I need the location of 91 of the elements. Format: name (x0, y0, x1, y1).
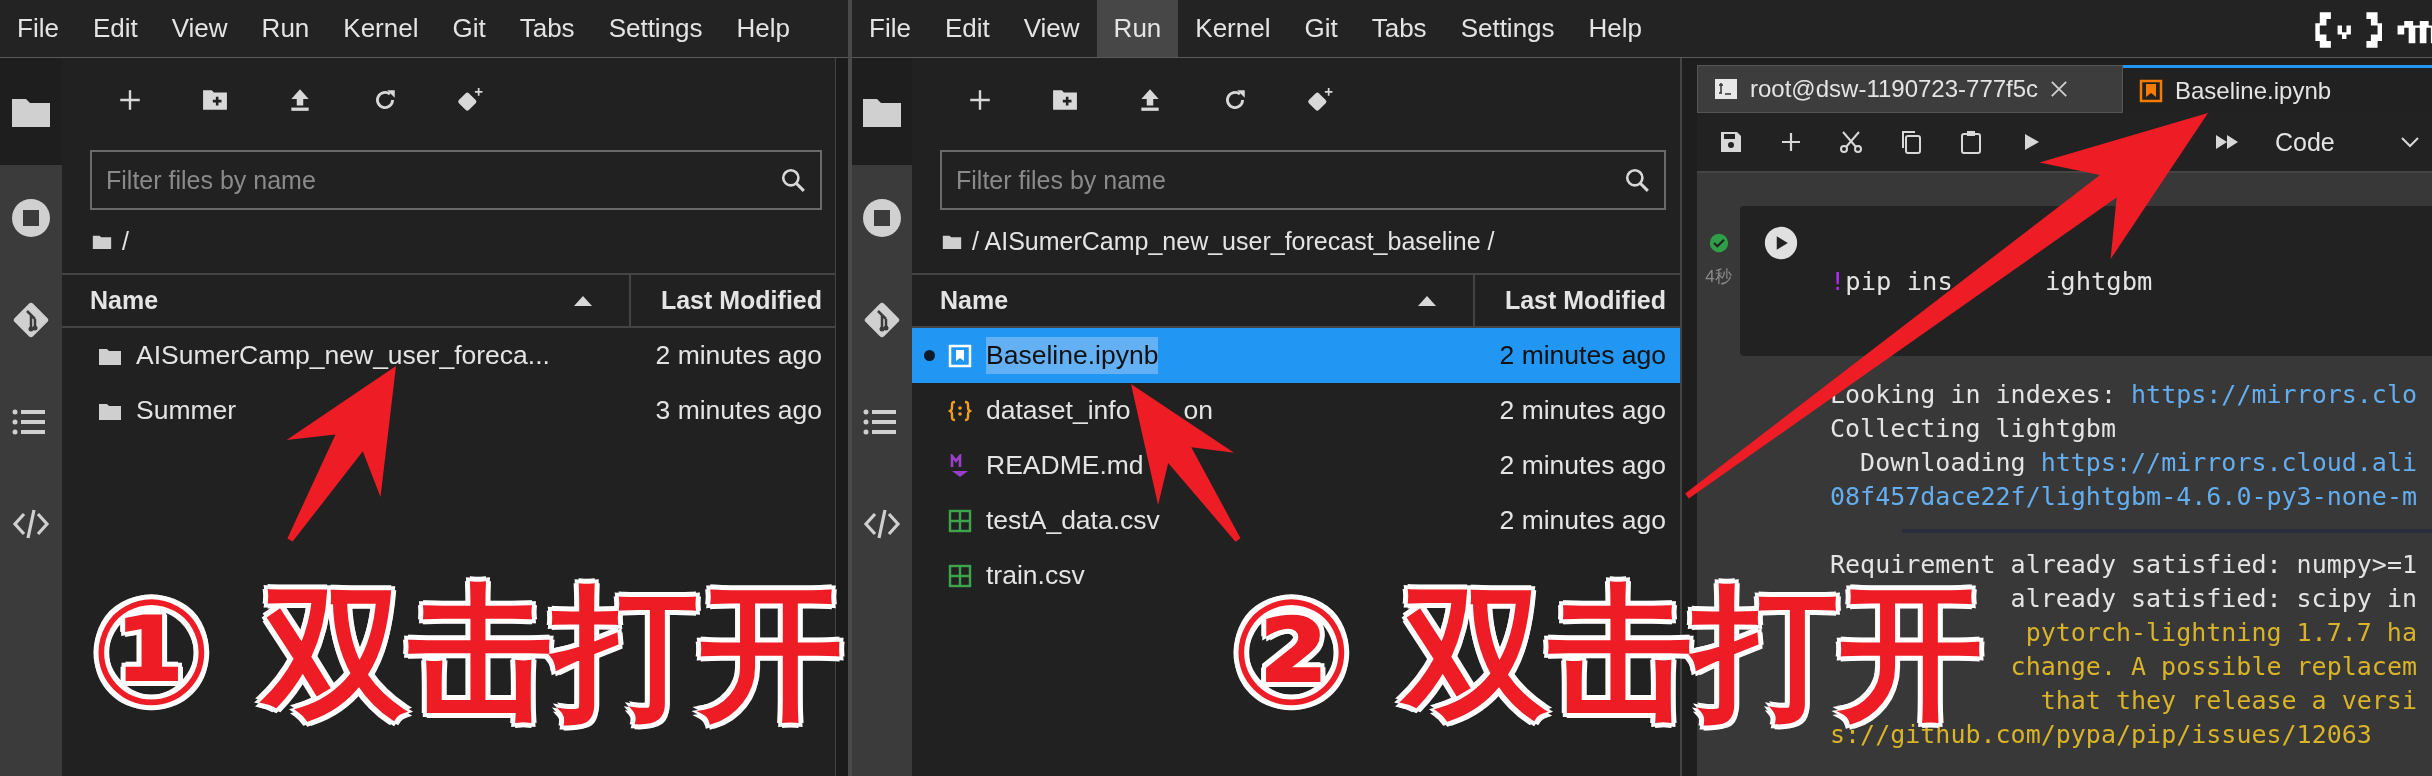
menu-item[interactable]: Tabs (502, 0, 592, 57)
cell-type-dropdown[interactable]: Code (2275, 127, 2432, 157)
menu-item[interactable]: View (1006, 0, 1097, 57)
file-name: train.csv (986, 560, 1085, 591)
stop-icon[interactable] (862, 198, 902, 238)
spreadsheet-icon (948, 508, 972, 533)
copy-icon[interactable] (1899, 130, 1923, 154)
save-icon[interactable] (1719, 130, 1743, 154)
modified-time: 2 minutes ago (1499, 505, 1666, 536)
folder-icon (942, 233, 962, 250)
modified-time: 2 minutes ago (1499, 395, 1666, 426)
new-folder-icon[interactable] (202, 87, 228, 113)
modified-time: 2 minutes ago (1499, 340, 1666, 371)
file-row[interactable]: testA_data.csv 2 minutes ago (912, 493, 1680, 548)
filter-field[interactable]: Filter files by name (940, 150, 1666, 210)
modified-time: 2 minutes ago (1499, 450, 1666, 481)
file-row[interactable]: Summer 3 minutes ago (62, 383, 836, 438)
notebook-icon (2139, 78, 2163, 103)
file-name: AISumerCamp_new_user_foreca... (136, 340, 550, 371)
spreadsheet-icon (948, 563, 972, 588)
close-icon[interactable] (2050, 80, 2069, 98)
output-line: pytorch-lightning 1.7.7 ha (2025, 618, 2417, 647)
filter-field[interactable]: Filter files by name (90, 150, 822, 210)
modified-time: 2 minutes ago (655, 340, 822, 371)
output-line: change. A possible replacem (2010, 652, 2417, 681)
column-header[interactable]: Name (90, 286, 159, 315)
menu-item[interactable]: Kernel (1178, 0, 1288, 57)
new-folder-icon[interactable] (1052, 87, 1078, 113)
sort-ascending-icon[interactable] (1417, 294, 1437, 307)
clipboard-icon[interactable] (1959, 130, 1983, 154)
output-line: already satisfied: scipy in (2010, 584, 2417, 613)
file-name: README.md (986, 450, 1144, 481)
logo-icon (2312, 10, 2432, 50)
search-icon (780, 167, 806, 193)
menu-item[interactable]: Edit (927, 0, 1007, 57)
file-name: dataset_info (986, 395, 1131, 426)
search-icon (1624, 167, 1650, 193)
folder-icon (92, 233, 112, 250)
menu-item[interactable]: Git (435, 0, 503, 57)
sort-ascending-icon[interactable] (573, 294, 593, 307)
git-clone-icon[interactable] (1307, 87, 1333, 113)
plus-icon[interactable] (117, 87, 143, 113)
scissors-icon[interactable] (1839, 130, 1863, 154)
column-header[interactable]: Last Modified (1504, 286, 1666, 315)
menu-item[interactable]: Help (719, 0, 808, 57)
annotation-text: ① 双击打开 (90, 580, 844, 725)
menu-item[interactable]: File (852, 0, 928, 57)
file-name: Baseline.ipynb (986, 337, 1159, 374)
menu-item[interactable]: Run (1096, 0, 1179, 57)
file-row[interactable]: README.md 2 minutes ago (912, 438, 1680, 493)
terminal-icon (1714, 77, 1738, 101)
output-line: that they release a versi (2040, 686, 2417, 715)
column-header[interactable]: Last Modified (660, 286, 822, 315)
menu-item[interactable]: Settings (1443, 0, 1572, 57)
code-text: !pip ins (1830, 266, 1953, 296)
plus-icon[interactable] (1779, 130, 1803, 154)
menu-item[interactable]: Git (1287, 0, 1355, 57)
menu-item[interactable]: Help (1571, 0, 1660, 57)
file-row[interactable]: Baseline.ipynb 2 minutes ago (912, 328, 1680, 383)
output-line: Looking in indexes: https://mirrors.clo (1830, 380, 2417, 409)
menu-item[interactable]: View (154, 0, 245, 57)
braces-icon (948, 398, 972, 423)
output-line: Collecting lightgbm (1830, 414, 2116, 443)
code-text: ightgbm (2044, 266, 2153, 296)
menu-item[interactable]: Tabs (1354, 0, 1444, 57)
file-row[interactable]: dataset_info on 2 minutes ago (912, 383, 1680, 438)
git-clone-icon[interactable] (457, 87, 483, 113)
stop-icon[interactable] (11, 198, 51, 238)
code-cell[interactable]: !pip ins ightgbm (1740, 206, 2432, 356)
menu-item[interactable]: Settings (591, 0, 720, 57)
output-line: Downloading https://mirrors.cloud.ali (1859, 448, 2417, 477)
output-line: 08f457dace22f/lightgbm-4.6.0-py3-none-m (1830, 482, 2417, 511)
menu-item[interactable]: File (0, 0, 76, 57)
plus-icon[interactable] (967, 87, 993, 113)
file-name: Summer (136, 395, 237, 426)
column-header[interactable]: Name (940, 286, 1009, 315)
menu-item[interactable]: Kernel (326, 0, 436, 57)
file-name: on (1183, 395, 1213, 426)
chevron-down-icon (2400, 136, 2420, 148)
notebook-icon (948, 343, 972, 368)
modified-time: 3 minutes ago (655, 395, 822, 426)
file-name: testA_data.csv (986, 505, 1160, 536)
file-row[interactable]: AISumerCamp_new_user_foreca... 2 minutes ago (62, 328, 836, 383)
run-cell-icon[interactable] (1764, 226, 1798, 260)
run-time: 4秒 (1705, 266, 1732, 288)
breadcrumb[interactable]: / AISumerCamp_new_user_forecast_baseline / (972, 227, 1495, 256)
tab[interactable]: root@dsw-1190723-777f5c (1697, 65, 2123, 113)
breadcrumb[interactable]: / (122, 227, 129, 256)
menu-item[interactable]: Run (244, 0, 327, 57)
menu-item[interactable]: Edit (75, 0, 155, 57)
output-line: Requirement already satisfied: numpy>=1 (1830, 550, 2417, 579)
